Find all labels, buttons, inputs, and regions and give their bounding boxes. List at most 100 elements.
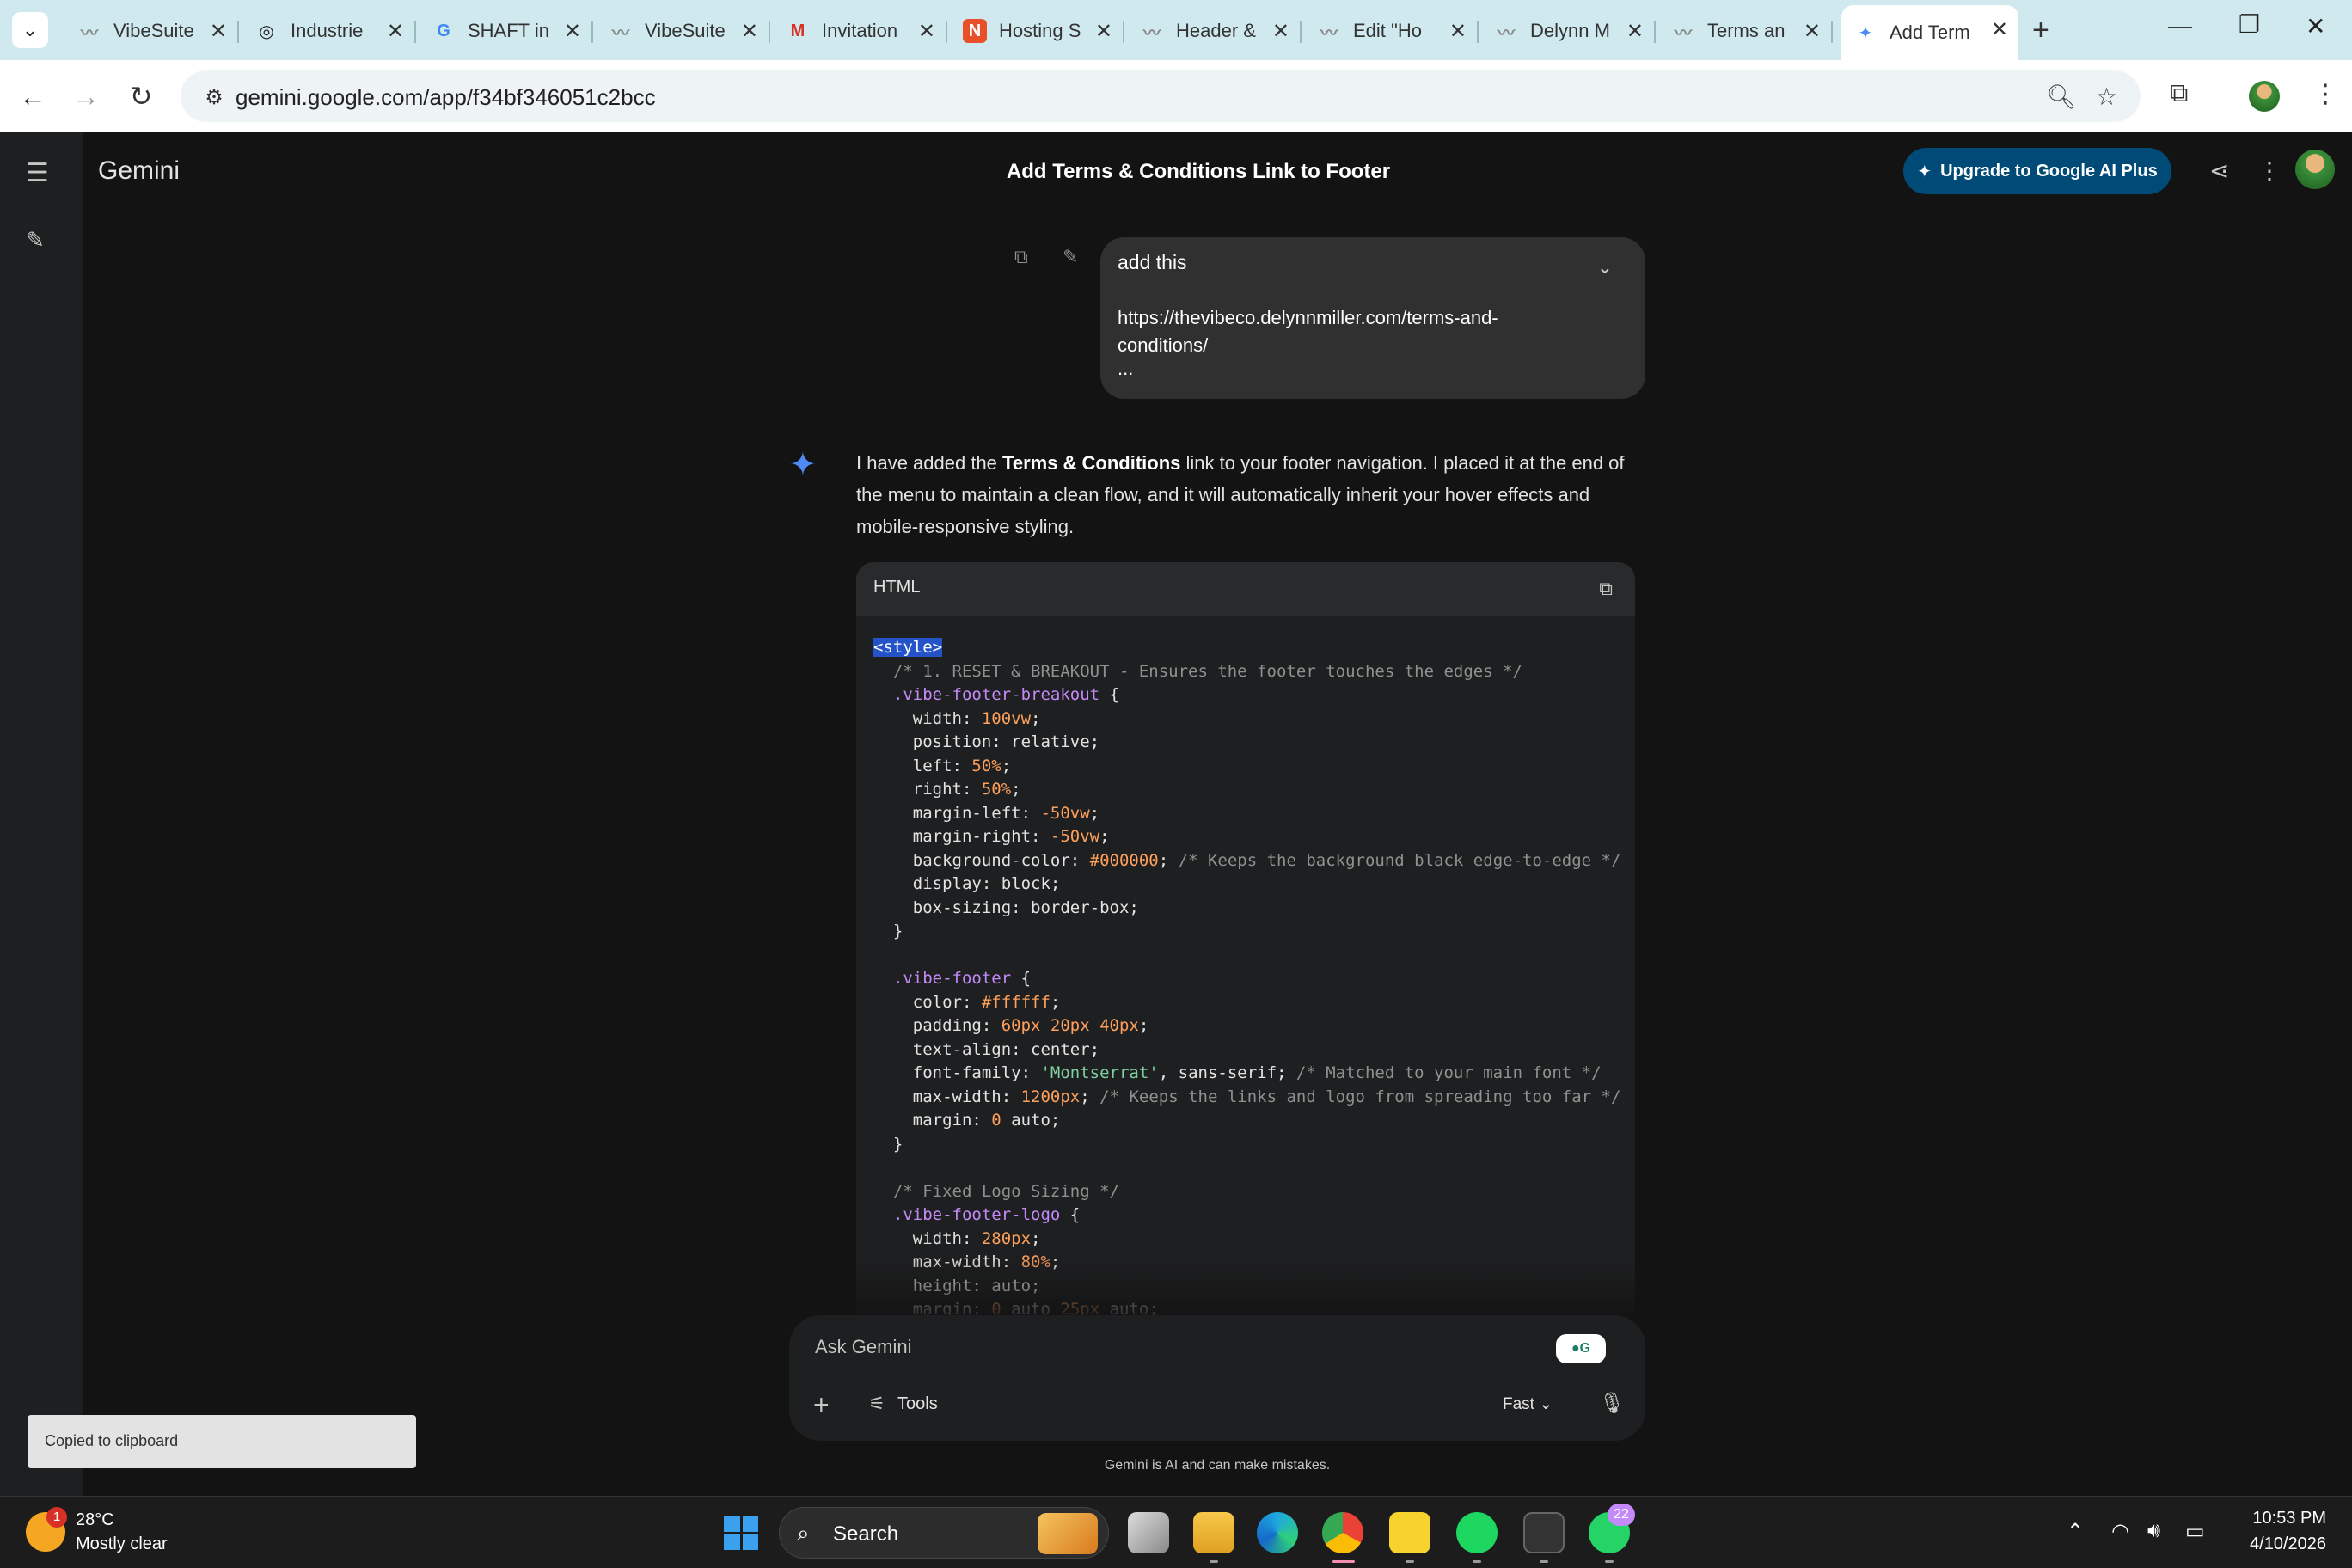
chrome-icon[interactable] <box>1322 1512 1363 1553</box>
response-text: I have added the Terms & Conditions link… <box>856 447 1630 542</box>
browser-tab[interactable]: 〰 Edit "Ho ✕ <box>1305 7 1479 55</box>
minimize-icon[interactable]: — <box>2168 12 2192 40</box>
bookmark-star-icon[interactable]: ☆ <box>2096 83 2117 111</box>
gemini-spark-icon: ✦ <box>789 447 817 483</box>
clock-date[interactable]: 4/10/2026 <box>2232 1534 2326 1554</box>
edge-icon[interactable] <box>1257 1512 1298 1553</box>
browser-tab[interactable]: 〰 VibeSuite ✕ <box>65 7 239 55</box>
weather-temperature[interactable]: 28°C <box>76 1510 114 1530</box>
grammarly-icon[interactable]: ●G <box>1556 1334 1606 1363</box>
browser-toolbar: ← → ↻ ⚙ gemini.google.com/app/f34bf34605… <box>0 60 2352 132</box>
code-token: -50vw <box>1050 827 1100 846</box>
browser-tab[interactable]: 〰 Delynn M ✕ <box>1482 7 1656 55</box>
taskbar-search[interactable]: ⌕ Search <box>779 1507 1109 1559</box>
tools-button[interactable]: Tools <box>897 1394 938 1414</box>
code-line: .vibe-footer { <box>873 967 1620 991</box>
terminal-icon[interactable] <box>1523 1512 1565 1553</box>
tab-separator <box>414 21 416 43</box>
forward-button[interactable]: → <box>67 77 105 115</box>
close-tab-icon[interactable]: ✕ <box>741 19 758 44</box>
tab-separator <box>591 21 593 43</box>
tab-separator <box>769 21 770 43</box>
weather-badge: 1 <box>46 1507 67 1528</box>
windows-taskbar: 1 28°C Mostly clear ⌕ Search 22 ⌃ ◠ 🔊︎ ▭… <box>0 1496 2352 1568</box>
browser-tab[interactable]: G SHAFT in ✕ <box>420 7 593 55</box>
browser-tab[interactable]: 〰 Header & ✕ <box>1128 7 1302 55</box>
user-message-link: https://thevibeco.delynnmiller.com/terms… <box>1118 307 1498 356</box>
reload-button[interactable]: ↻ <box>122 77 160 115</box>
wifi-icon[interactable]: ◠ <box>2111 1519 2129 1544</box>
edit-prompt-icon[interactable]: ✎ <box>1063 246 1078 268</box>
toast-notification: Copied to clipboard <box>28 1415 416 1468</box>
zoom-icon[interactable]: 🔍︎ <box>2046 83 2077 111</box>
prompt-input-placeholder[interactable]: Ask Gemini <box>815 1336 911 1358</box>
vibesuite-icon: 〰 <box>612 23 629 43</box>
profile-avatar[interactable] <box>2249 81 2280 112</box>
share-icon[interactable]: ⋖ <box>2209 156 2229 185</box>
site-info-icon[interactable]: ⚙ <box>199 83 229 112</box>
active-app-indicator <box>1332 1560 1355 1563</box>
tab-separator <box>1654 21 1656 43</box>
upgrade-button[interactable]: ✦ Upgrade to Google AI Plus <box>1903 148 2171 194</box>
back-button[interactable]: ← <box>14 77 52 115</box>
battery-icon[interactable]: ▭ <box>2185 1519 2205 1544</box>
spotify-icon[interactable] <box>1456 1512 1498 1553</box>
close-tab-icon[interactable]: ✕ <box>387 19 404 44</box>
code-token: ; <box>1080 1087 1100 1106</box>
new-chat-icon[interactable]: ✎ <box>26 227 45 254</box>
close-tab-icon[interactable]: ✕ <box>1449 19 1467 44</box>
expand-chevron-icon[interactable]: ⌄ <box>1597 256 1613 279</box>
tab-separator <box>1123 21 1124 43</box>
tab-search-button[interactable]: ⌄ <box>12 12 48 48</box>
close-tab-icon[interactable]: ✕ <box>1272 19 1289 44</box>
show-hidden-icons[interactable]: ⌃ <box>2067 1519 2084 1544</box>
prompt-input-box[interactable]: Ask Gemini ●G + ⚟ Tools Fast ⌄ 🎙︎ <box>789 1315 1645 1441</box>
code-line: width: 280px; <box>873 1228 1620 1252</box>
code-line: box-sizing: border-box; <box>873 897 1620 921</box>
restore-icon[interactable]: ❐ <box>2239 10 2260 39</box>
add-attachment-button[interactable]: + <box>813 1389 830 1421</box>
task-view-icon[interactable] <box>1128 1512 1169 1553</box>
sticky-notes-icon[interactable] <box>1389 1512 1430 1553</box>
browser-tab[interactable]: 〰 Terms an ✕ <box>1659 7 1833 55</box>
start-button[interactable] <box>724 1516 758 1550</box>
copy-prompt-icon[interactable]: ⧉ <box>1014 246 1028 268</box>
code-content[interactable]: <style> /* 1. RESET & BREAKOUT - Ensures… <box>873 636 1620 1322</box>
code-token: ; <box>1099 827 1110 846</box>
url-text[interactable]: gemini.google.com/app/f34bf346051c2bcc <box>236 84 656 111</box>
browser-menu-icon[interactable]: ⋮ <box>2312 79 2338 109</box>
code-token: margin: <box>873 1111 992 1130</box>
close-tab-icon[interactable]: ✕ <box>1804 19 1821 44</box>
vibesuite-icon: 〰 <box>1320 23 1338 43</box>
close-tab-icon[interactable]: ✕ <box>1991 17 2008 42</box>
weather-condition[interactable]: Mostly clear <box>76 1534 168 1554</box>
running-indicator <box>1473 1560 1481 1563</box>
browser-tab[interactable]: M Invitation ✕ <box>774 7 947 55</box>
close-window-icon[interactable]: ✕ <box>2306 12 2325 40</box>
close-tab-icon[interactable]: ✕ <box>564 19 581 44</box>
clock-time[interactable]: 10:53 PM <box>2232 1509 2326 1528</box>
browser-tab[interactable]: 〰 VibeSuite ✕ <box>597 7 770 55</box>
close-tab-icon[interactable]: ✕ <box>1626 19 1644 44</box>
main-menu-icon[interactable]: ☰ <box>26 158 49 188</box>
address-bar[interactable]: ⚙ gemini.google.com/app/f34bf346051c2bcc… <box>181 70 2141 122</box>
code-token: width: <box>873 708 982 728</box>
new-tab-button[interactable]: + <box>2032 14 2049 47</box>
volume-icon[interactable]: 🔊︎ <box>2147 1519 2160 1543</box>
close-tab-icon[interactable]: ✕ <box>918 19 935 44</box>
file-explorer-icon[interactable] <box>1193 1512 1234 1553</box>
extensions-icon[interactable]: ⧉ <box>2170 79 2188 108</box>
microphone-icon[interactable]: 🎙︎ <box>1599 1391 1625 1416</box>
close-tab-icon[interactable]: ✕ <box>1095 19 1112 44</box>
more-options-icon[interactable]: ⋮ <box>2257 156 2282 185</box>
browser-tab[interactable]: ✦ Add Term ✕ <box>1841 5 2018 60</box>
model-mode-selector[interactable]: Fast ⌄ <box>1503 1394 1553 1414</box>
copy-code-icon[interactable]: ⧉ <box>1599 578 1613 600</box>
tab-separator <box>1831 21 1833 43</box>
browser-tab[interactable]: ◎ Industrie ✕ <box>242 7 416 55</box>
code-token: { <box>1060 1205 1081 1224</box>
close-tab-icon[interactable]: ✕ <box>210 19 227 44</box>
browser-tab[interactable]: N Hosting S ✕ <box>951 7 1124 55</box>
account-avatar[interactable] <box>2295 150 2335 189</box>
code-token: auto; <box>1001 1111 1061 1130</box>
